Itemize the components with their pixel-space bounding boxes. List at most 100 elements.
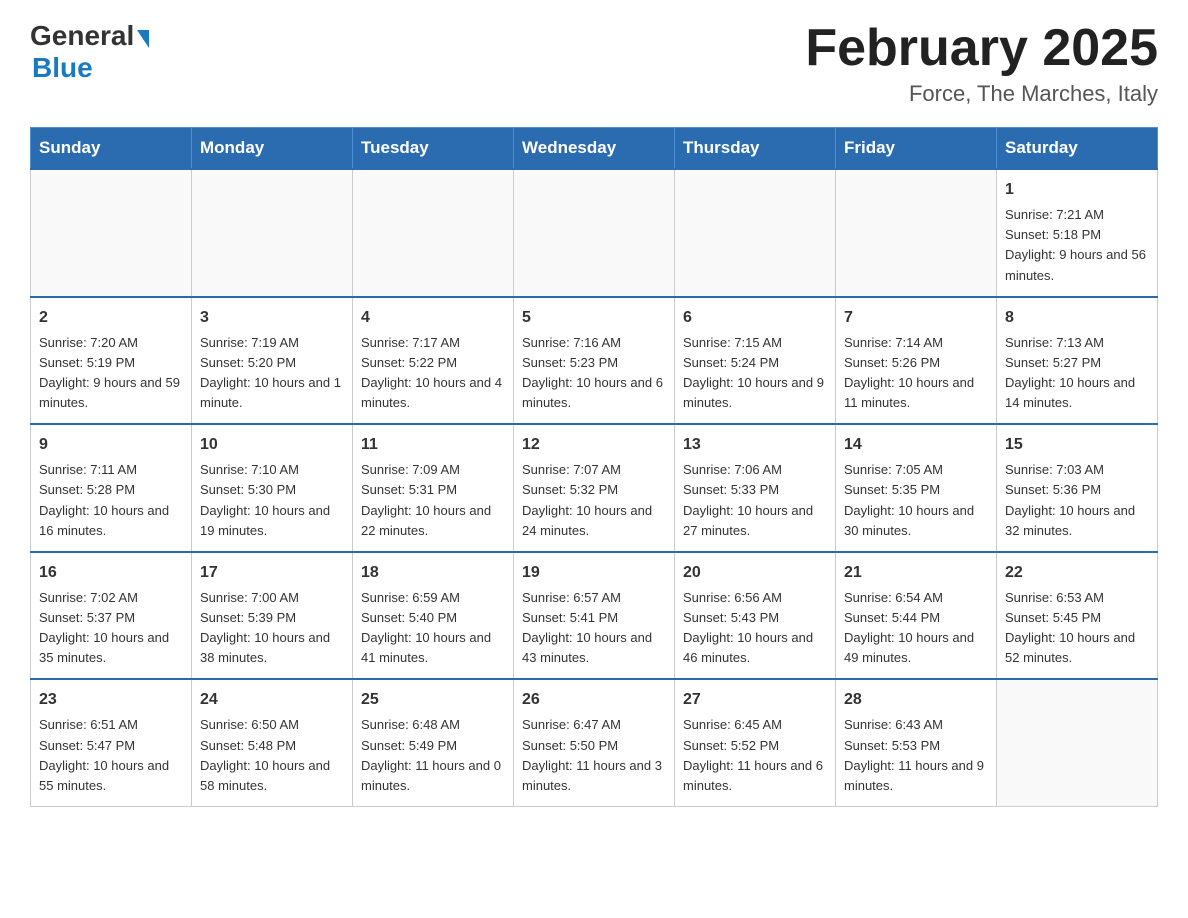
logo: General Blue (30, 20, 149, 84)
day-number: 9 (39, 433, 183, 457)
day-info: Sunrise: 7:06 AM Sunset: 5:33 PM Dayligh… (683, 460, 827, 541)
page-header: General Blue February 2025 Force, The Ma… (30, 20, 1158, 107)
day-number: 28 (844, 688, 988, 712)
day-number: 26 (522, 688, 666, 712)
day-number: 13 (683, 433, 827, 457)
day-number: 2 (39, 306, 183, 330)
title-section: February 2025 Force, The Marches, Italy (805, 20, 1158, 107)
day-number: 25 (361, 688, 505, 712)
weekday-header-row: SundayMondayTuesdayWednesdayThursdayFrid… (31, 128, 1158, 170)
calendar-cell: 5 Sunrise: 7:16 AM Sunset: 5:23 PM Daylig… (514, 297, 675, 425)
day-number: 23 (39, 688, 183, 712)
calendar-cell: 7Sunrise: 7:14 AM Sunset: 5:26 PM Daylig… (836, 297, 997, 425)
day-number: 15 (1005, 433, 1149, 457)
day-info: Sunrise: 6:59 AM Sunset: 5:40 PM Dayligh… (361, 588, 505, 669)
weekday-header-monday: Monday (192, 128, 353, 170)
calendar-cell: 28 Sunrise: 6:43 AM Sunset: 5:53 PM Dayli… (836, 679, 997, 806)
day-info: Sunrise: 7:21 AM Sunset: 5:18 PM Dayligh… (1005, 205, 1149, 286)
day-info: Sunrise: 6:47 AM Sunset: 5:50 PM Dayligh… (522, 715, 666, 796)
day-number: 27 (683, 688, 827, 712)
day-info: Sunrise: 7:16 AM Sunset: 5:23 PM Dayligh… (522, 333, 666, 414)
calendar-week-row: 2 Sunrise: 7:20 AM Sunset: 5:19 PM Daylig… (31, 297, 1158, 425)
calendar-cell (192, 169, 353, 297)
day-number: 1 (1005, 178, 1149, 202)
day-info: Sunrise: 6:57 AM Sunset: 5:41 PM Dayligh… (522, 588, 666, 669)
calendar-body: 1 Sunrise: 7:21 AM Sunset: 5:18 PM Daylig… (31, 169, 1158, 806)
calendar-cell: 22 Sunrise: 6:53 AM Sunset: 5:45 PM Dayli… (997, 552, 1158, 680)
calendar-week-row: 23 Sunrise: 6:51 AM Sunset: 5:47 PM Dayli… (31, 679, 1158, 806)
day-info: Sunrise: 7:15 AM Sunset: 5:24 PM Dayligh… (683, 333, 827, 414)
day-number: 18 (361, 561, 505, 585)
calendar-cell (514, 169, 675, 297)
logo-general-text: General (30, 20, 134, 52)
weekday-header-thursday: Thursday (675, 128, 836, 170)
day-info: Sunrise: 6:53 AM Sunset: 5:45 PM Dayligh… (1005, 588, 1149, 669)
calendar-header: SundayMondayTuesdayWednesdayThursdayFrid… (31, 128, 1158, 170)
day-info: Sunrise: 6:48 AM Sunset: 5:49 PM Dayligh… (361, 715, 505, 796)
day-info: Sunrise: 7:09 AM Sunset: 5:31 PM Dayligh… (361, 460, 505, 541)
calendar-cell: 13 Sunrise: 7:06 AM Sunset: 5:33 PM Dayli… (675, 424, 836, 552)
day-number: 10 (200, 433, 344, 457)
day-number: 5 (522, 306, 666, 330)
day-info: Sunrise: 7:19 AM Sunset: 5:20 PM Dayligh… (200, 333, 344, 414)
day-info: Sunrise: 7:03 AM Sunset: 5:36 PM Dayligh… (1005, 460, 1149, 541)
calendar-cell (353, 169, 514, 297)
day-info: Sunrise: 7:10 AM Sunset: 5:30 PM Dayligh… (200, 460, 344, 541)
calendar-table: SundayMondayTuesdayWednesdayThursdayFrid… (30, 127, 1158, 807)
logo-blue-text: Blue (32, 52, 93, 84)
calendar-cell: 3Sunrise: 7:19 AM Sunset: 5:20 PM Daylig… (192, 297, 353, 425)
calendar-cell: 8 Sunrise: 7:13 AM Sunset: 5:27 PM Daylig… (997, 297, 1158, 425)
calendar-cell: 24 Sunrise: 6:50 AM Sunset: 5:48 PM Dayli… (192, 679, 353, 806)
calendar-cell: 19 Sunrise: 6:57 AM Sunset: 5:41 PM Dayli… (514, 552, 675, 680)
day-info: Sunrise: 7:13 AM Sunset: 5:27 PM Dayligh… (1005, 333, 1149, 414)
day-number: 4 (361, 306, 505, 330)
day-info: Sunrise: 6:45 AM Sunset: 5:52 PM Dayligh… (683, 715, 827, 796)
calendar-cell: 20 Sunrise: 6:56 AM Sunset: 5:43 PM Dayli… (675, 552, 836, 680)
day-info: Sunrise: 7:07 AM Sunset: 5:32 PM Dayligh… (522, 460, 666, 541)
calendar-cell: 11Sunrise: 7:09 AM Sunset: 5:31 PM Dayli… (353, 424, 514, 552)
day-number: 20 (683, 561, 827, 585)
day-number: 19 (522, 561, 666, 585)
calendar-cell: 17Sunrise: 7:00 AM Sunset: 5:39 PM Dayli… (192, 552, 353, 680)
day-info: Sunrise: 7:17 AM Sunset: 5:22 PM Dayligh… (361, 333, 505, 414)
weekday-header-sunday: Sunday (31, 128, 192, 170)
day-info: Sunrise: 7:02 AM Sunset: 5:37 PM Dayligh… (39, 588, 183, 669)
calendar-cell: 23 Sunrise: 6:51 AM Sunset: 5:47 PM Dayli… (31, 679, 192, 806)
day-number: 21 (844, 561, 988, 585)
calendar-cell (836, 169, 997, 297)
day-info: Sunrise: 7:00 AM Sunset: 5:39 PM Dayligh… (200, 588, 344, 669)
weekday-header-wednesday: Wednesday (514, 128, 675, 170)
calendar-cell: 6Sunrise: 7:15 AM Sunset: 5:24 PM Daylig… (675, 297, 836, 425)
day-number: 12 (522, 433, 666, 457)
calendar-week-row: 1 Sunrise: 7:21 AM Sunset: 5:18 PM Daylig… (31, 169, 1158, 297)
day-info: Sunrise: 7:05 AM Sunset: 5:35 PM Dayligh… (844, 460, 988, 541)
logo-arrow-icon (137, 30, 149, 48)
day-number: 14 (844, 433, 988, 457)
calendar-cell: 26 Sunrise: 6:47 AM Sunset: 5:50 PM Dayli… (514, 679, 675, 806)
weekday-header-saturday: Saturday (997, 128, 1158, 170)
calendar-cell: 14 Sunrise: 7:05 AM Sunset: 5:35 PM Dayli… (836, 424, 997, 552)
day-number: 22 (1005, 561, 1149, 585)
day-info: Sunrise: 6:54 AM Sunset: 5:44 PM Dayligh… (844, 588, 988, 669)
day-info: Sunrise: 6:50 AM Sunset: 5:48 PM Dayligh… (200, 715, 344, 796)
day-info: Sunrise: 7:11 AM Sunset: 5:28 PM Dayligh… (39, 460, 183, 541)
day-number: 24 (200, 688, 344, 712)
day-info: Sunrise: 6:56 AM Sunset: 5:43 PM Dayligh… (683, 588, 827, 669)
day-info: Sunrise: 6:43 AM Sunset: 5:53 PM Dayligh… (844, 715, 988, 796)
day-number: 8 (1005, 306, 1149, 330)
day-info: Sunrise: 6:51 AM Sunset: 5:47 PM Dayligh… (39, 715, 183, 796)
calendar-cell: 4 Sunrise: 7:17 AM Sunset: 5:22 PM Daylig… (353, 297, 514, 425)
month-year-title: February 2025 (805, 20, 1158, 77)
calendar-cell: 15 Sunrise: 7:03 AM Sunset: 5:36 PM Dayli… (997, 424, 1158, 552)
day-info: Sunrise: 7:14 AM Sunset: 5:26 PM Dayligh… (844, 333, 988, 414)
day-number: 16 (39, 561, 183, 585)
calendar-cell: 1 Sunrise: 7:21 AM Sunset: 5:18 PM Daylig… (997, 169, 1158, 297)
calendar-week-row: 16 Sunrise: 7:02 AM Sunset: 5:37 PM Dayli… (31, 552, 1158, 680)
day-info: Sunrise: 7:20 AM Sunset: 5:19 PM Dayligh… (39, 333, 183, 414)
calendar-cell (997, 679, 1158, 806)
calendar-cell: 9 Sunrise: 7:11 AM Sunset: 5:28 PM Daylig… (31, 424, 192, 552)
location-subtitle: Force, The Marches, Italy (805, 81, 1158, 107)
calendar-cell: 27 Sunrise: 6:45 AM Sunset: 5:52 PM Dayli… (675, 679, 836, 806)
calendar-cell: 18 Sunrise: 6:59 AM Sunset: 5:40 PM Dayli… (353, 552, 514, 680)
weekday-header-friday: Friday (836, 128, 997, 170)
